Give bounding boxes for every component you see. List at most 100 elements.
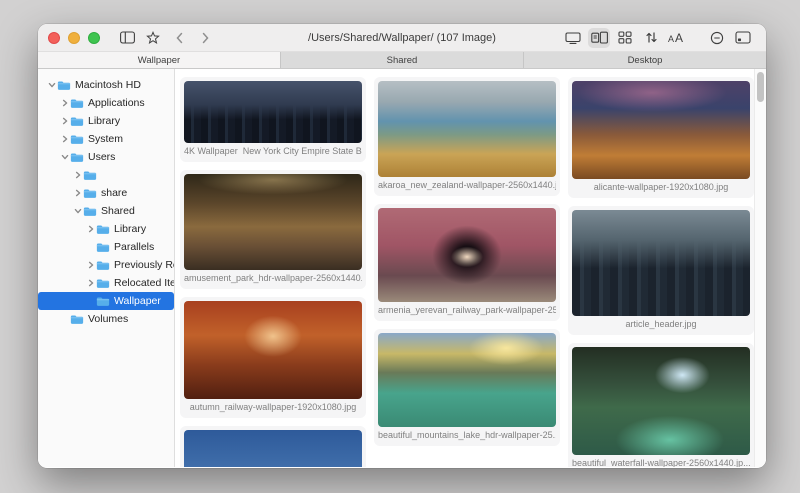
- display-icon[interactable]: [562, 28, 584, 48]
- image-card[interactable]: article_header.jpg: [568, 206, 754, 335]
- image-filename: beautiful_waterfall-wallpaper-2560x1440.…: [572, 458, 750, 467]
- sidebar-item-unnamed[interactable]: [38, 166, 174, 184]
- wallpaper-thumbnail[interactable]: [378, 208, 556, 302]
- minimize-button[interactable]: [68, 31, 80, 44]
- svg-text:A: A: [675, 31, 683, 44]
- sidebar-item-label: Users: [88, 151, 116, 163]
- traffic-lights: [48, 31, 100, 44]
- image-filename: armenia_yerevan_railway_park-wallpaper-2…: [378, 305, 556, 315]
- image-card[interactable]: beautiful_waterfall-wallpaper-2560x1440.…: [568, 343, 754, 467]
- sidebar-item-library[interactable]: Library: [38, 112, 174, 130]
- chevron-right-icon[interactable]: [59, 99, 70, 107]
- scrollbar-track[interactable]: [754, 69, 766, 467]
- folder-icon: [83, 188, 97, 199]
- chevron-right-icon[interactable]: [85, 225, 96, 233]
- sidebar-item-label: Volumes: [88, 313, 129, 325]
- chevron-right-icon[interactable]: [72, 189, 83, 197]
- remove-icon[interactable]: [706, 28, 728, 48]
- grid-column-1: 4K Wallpaper New York City Empire State …: [180, 77, 366, 467]
- sidebar-item-wallpaper[interactable]: Wallpaper: [38, 292, 174, 310]
- sidebar-item-label: Relocated Items: [114, 277, 174, 289]
- sidebar-item-shared[interactable]: Shared: [38, 202, 174, 220]
- sidebar-item-relocated-items[interactable]: Relocated Items: [38, 274, 174, 292]
- folder-icon: [83, 170, 97, 181]
- svg-text:A: A: [668, 34, 674, 44]
- wallpaper-thumbnail[interactable]: [572, 347, 750, 455]
- sidebar-item-parallels[interactable]: Parallels: [38, 238, 174, 256]
- chevron-right-icon[interactable]: [59, 117, 70, 125]
- main-area: Macintosh HD Applications Library System Use…: [38, 69, 766, 467]
- sidebar-item-label: Shared: [101, 205, 135, 217]
- wallpaper-thumbnail[interactable]: [184, 301, 362, 399]
- zoom-button[interactable]: [88, 31, 100, 44]
- tab-desktop[interactable]: Desktop: [524, 52, 766, 68]
- star-icon[interactable]: [142, 28, 164, 48]
- chevron-right-icon[interactable]: [85, 261, 96, 269]
- inspector-icon[interactable]: [732, 28, 754, 48]
- sidebar-item-system[interactable]: System: [38, 130, 174, 148]
- wallpaper-thumbnail[interactable]: [184, 430, 362, 467]
- chevron-right-icon[interactable]: [72, 171, 83, 179]
- split-view-icon[interactable]: [588, 27, 610, 48]
- sidebar-item-label: share: [101, 187, 128, 199]
- sidebar-item-label: Previously Reloca: [114, 259, 174, 271]
- folder-icon: [96, 224, 110, 235]
- tab-bar: Wallpaper Shared Desktop: [38, 52, 766, 69]
- close-button[interactable]: [48, 31, 60, 44]
- folder-icon: [96, 260, 110, 271]
- image-filename: autumn_railway-wallpaper-1920x1080.jpg: [189, 402, 357, 412]
- image-card[interactable]: akaroa_new_zealand-wallpaper-2560x1440.j…: [374, 77, 560, 196]
- back-icon[interactable]: [168, 28, 190, 48]
- wallpaper-thumbnail[interactable]: [378, 333, 556, 427]
- wallpaper-thumbnail[interactable]: [378, 81, 556, 177]
- sidebar-item-label: Library: [88, 115, 121, 127]
- sidebar-item-library[interactable]: Library: [38, 220, 174, 238]
- folder-icon: [96, 296, 110, 307]
- app-window: /Users/Shared/Wallpaper/ (107 Image) AA …: [38, 24, 766, 468]
- wallpaper-thumbnail[interactable]: [184, 81, 362, 143]
- sort-icon[interactable]: [640, 28, 662, 48]
- sidebar-item-volumes[interactable]: Volumes: [38, 310, 174, 328]
- sidebar-item-label: Macintosh HD: [75, 79, 141, 91]
- wallpaper-thumbnail[interactable]: [572, 81, 750, 179]
- image-card[interactable]: amusement_park_hdr-wallpaper-2560x1440..…: [180, 170, 366, 289]
- image-card[interactable]: autumn_railway-wallpaper-1920x1080.jpg: [180, 297, 366, 418]
- image-card[interactable]: [180, 426, 366, 467]
- wallpaper-thumbnail[interactable]: [572, 210, 750, 316]
- image-filename: akaroa_new_zealand-wallpaper-2560x1440.j…: [378, 180, 556, 190]
- wallpaper-thumbnail[interactable]: [184, 174, 362, 270]
- sidebar-item-share[interactable]: share: [38, 184, 174, 202]
- tab-wallpaper[interactable]: Wallpaper: [38, 52, 281, 68]
- scrollbar-thumb[interactable]: [757, 72, 764, 102]
- text-size-icon[interactable]: AA: [666, 28, 688, 48]
- image-card[interactable]: 4K Wallpaper New York City Empire State …: [180, 77, 366, 162]
- image-card[interactable]: alicante-wallpaper-1920x1080.jpg: [568, 77, 754, 198]
- grid-view-icon[interactable]: [614, 28, 636, 48]
- folder-icon: [83, 206, 97, 217]
- image-grid-pane: 4K Wallpaper New York City Empire State …: [175, 69, 766, 467]
- image-card[interactable]: beautiful_mountains_lake_hdr-wallpaper-2…: [374, 329, 560, 446]
- tab-shared[interactable]: Shared: [281, 52, 524, 68]
- image-filename: amusement_park_hdr-wallpaper-2560x1440..…: [184, 273, 362, 283]
- sidebar-item-label: Parallels: [114, 241, 155, 253]
- chevron-right-icon[interactable]: [59, 135, 70, 143]
- chevron-down-icon[interactable]: [59, 153, 70, 161]
- chevron-down-icon[interactable]: [46, 81, 57, 89]
- chevron-right-icon[interactable]: [85, 279, 96, 287]
- sidebar-item-applications[interactable]: Applications: [38, 94, 174, 112]
- sidebar-item-label: Applications: [88, 97, 145, 109]
- forward-icon[interactable]: [194, 28, 216, 48]
- chevron-down-icon[interactable]: [72, 207, 83, 215]
- sidebar-toggle-icon[interactable]: [116, 28, 138, 48]
- image-card[interactable]: armenia_yerevan_railway_park-wallpaper-2…: [374, 204, 560, 321]
- sidebar-file-tree: Macintosh HD Applications Library System Use…: [38, 69, 175, 467]
- folder-icon: [96, 278, 110, 289]
- sidebar-item-macintosh-hd[interactable]: Macintosh HD: [38, 76, 174, 94]
- image-filename: beautiful_mountains_lake_hdr-wallpaper-2…: [378, 430, 556, 440]
- sidebar-item-previously-reloca[interactable]: Previously Reloca: [38, 256, 174, 274]
- titlebar: /Users/Shared/Wallpaper/ (107 Image) AA: [38, 24, 766, 52]
- folder-icon: [96, 242, 110, 253]
- image-grid: 4K Wallpaper New York City Empire State …: [180, 77, 754, 467]
- folder-icon: [70, 98, 84, 109]
- sidebar-item-users[interactable]: Users: [38, 148, 174, 166]
